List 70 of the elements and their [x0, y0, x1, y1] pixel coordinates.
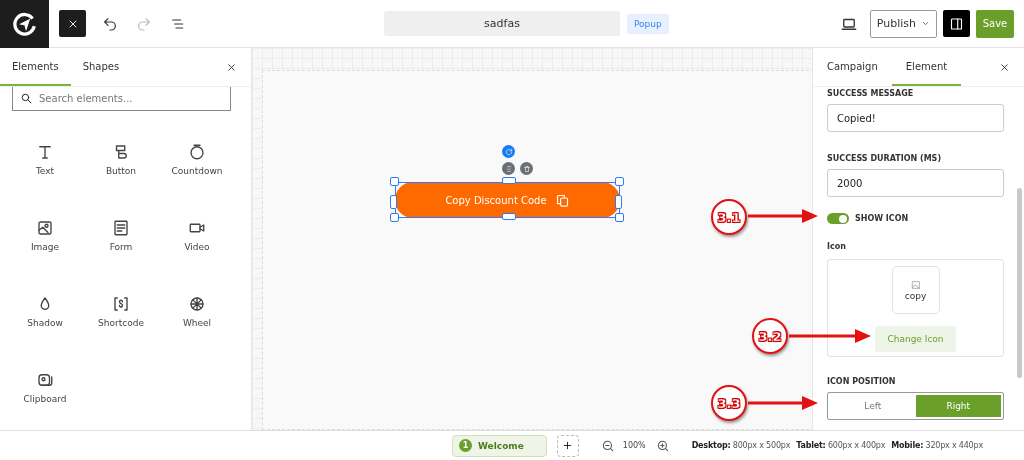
resize-handle[interactable] [390, 213, 399, 222]
element-item[interactable]: Countdown [159, 143, 235, 219]
campaign-title-field[interactable]: sadfas [384, 11, 620, 36]
letter-t-icon [36, 143, 54, 161]
page-tab[interactable]: 1 Welcome [452, 434, 547, 457]
broken-image-icon [910, 279, 921, 290]
close-icon [226, 61, 237, 73]
resize-handle[interactable] [615, 195, 622, 209]
plus-icon [562, 440, 574, 451]
element-item[interactable]: Wheel [159, 295, 235, 371]
chevron-down-icon [921, 19, 930, 28]
panel-tab[interactable]: Campaign [813, 48, 892, 86]
close-button[interactable] [59, 10, 86, 37]
element-item[interactable]: Clipboard [7, 371, 83, 430]
toggle-switch[interactable] [827, 213, 849, 224]
zoom-out-button[interactable] [600, 438, 615, 453]
device-size: Desktop: 800px x 500px [691, 441, 791, 450]
icon-preview: copy [891, 266, 940, 314]
scrollbar[interactable] [1017, 188, 1022, 378]
device-size: Mobile: 320px x 440px [891, 441, 983, 450]
zoom-out-icon [600, 438, 615, 453]
zoom-in-icon [655, 438, 670, 453]
field-label: SUCCESS MESSAGE [827, 89, 915, 98]
zoom-level: 100% [622, 441, 646, 450]
image-icon [36, 219, 54, 237]
resize-handle[interactable] [390, 195, 397, 209]
element-item[interactable]: Text [7, 143, 83, 219]
resize-handle[interactable] [502, 213, 516, 220]
copy-icon [554, 192, 570, 208]
rotate-icon [504, 147, 513, 156]
toggle-label: SHOW ICON [855, 214, 909, 223]
callout-arrow [748, 209, 818, 223]
section-label: Icon [827, 242, 847, 251]
element-item[interactable]: Video [159, 219, 235, 295]
grip-icon [504, 164, 513, 173]
element-item[interactable]: Shadow [7, 295, 83, 371]
zoom-in-button[interactable] [655, 438, 670, 453]
panel-tab[interactable]: Elements [0, 48, 71, 86]
sidebar-icon [949, 15, 964, 32]
element-item[interactable]: Button [83, 143, 159, 219]
panel-tab[interactable]: Element [891, 48, 962, 86]
add-page-button[interactable] [556, 434, 579, 457]
element-item[interactable]: Form [83, 219, 159, 295]
field-label: ICON POSITION [827, 377, 897, 386]
element-item[interactable]: Shortcode [83, 295, 159, 371]
resize-handle[interactable] [390, 177, 399, 186]
type-badge: Popup [627, 13, 669, 34]
resize-handle[interactable] [615, 177, 624, 186]
undo-icon [102, 15, 118, 32]
device-size: Tablet: 600px x 400px [796, 441, 886, 450]
form-icon [112, 219, 130, 237]
close-icon [999, 61, 1010, 73]
timer-icon [188, 143, 206, 161]
resize-handle[interactable] [502, 177, 516, 184]
redo-icon [136, 15, 152, 32]
input-field[interactable]: Copied! [827, 104, 1004, 132]
panel-tab[interactable]: Shapes [70, 48, 132, 86]
field-label: SUCCESS DURATION (MS) [827, 154, 943, 163]
brackets-icon [112, 295, 130, 313]
element-item[interactable]: Image [7, 219, 83, 295]
search-field[interactable]: Search elements... [12, 87, 231, 111]
resize-handle[interactable] [615, 213, 624, 222]
callout-arrow [748, 396, 818, 410]
wheel-icon [188, 295, 206, 313]
app-logo[interactable] [0, 0, 49, 48]
panel-toggle-button[interactable] [943, 10, 970, 37]
input-field[interactable]: 2000 [827, 169, 1004, 197]
publish-dropdown[interactable]: Publish [869, 9, 937, 38]
search-icon [20, 92, 33, 105]
trash-icon [522, 164, 531, 173]
